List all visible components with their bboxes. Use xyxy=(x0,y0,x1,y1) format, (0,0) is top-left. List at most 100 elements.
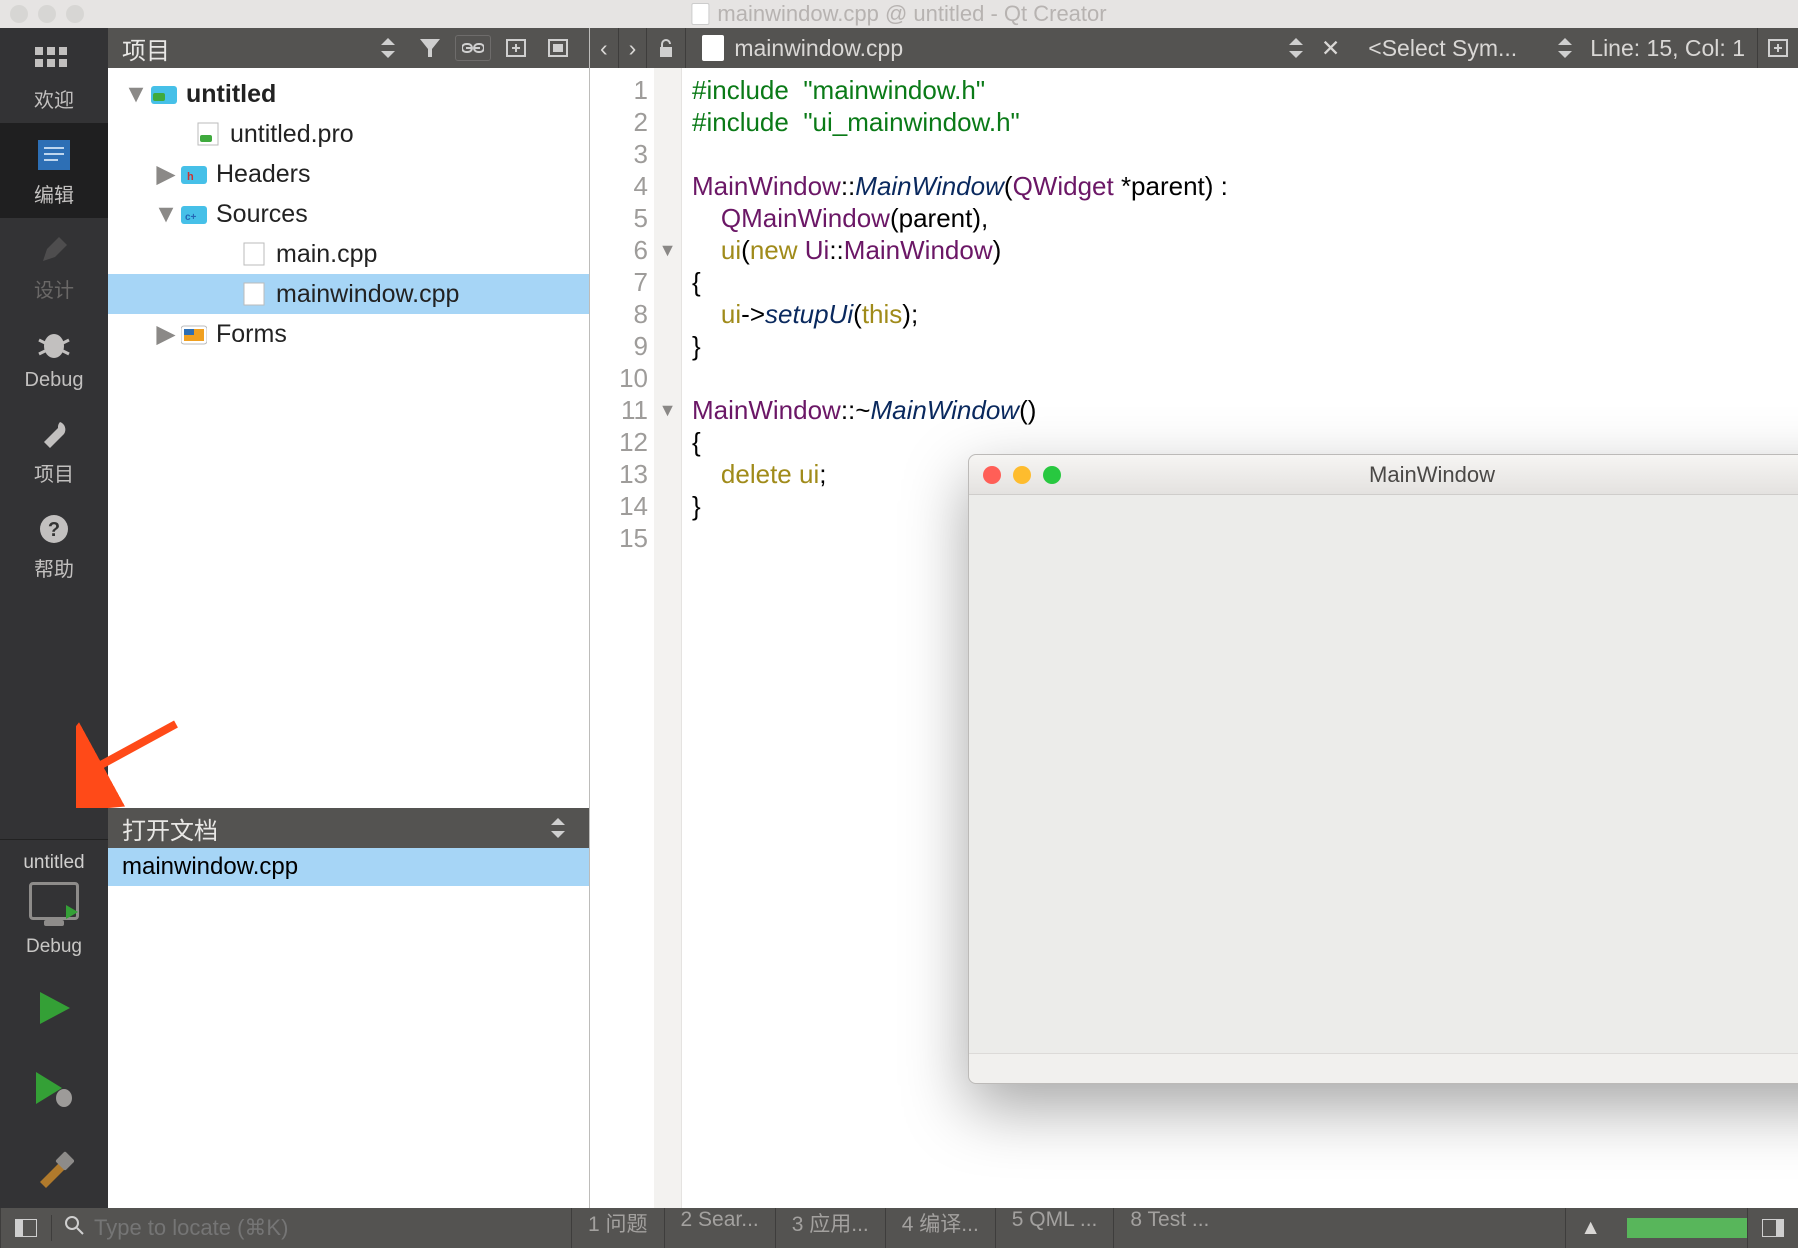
editor-file-selector[interactable]: mainwindow.cpp xyxy=(686,35,919,62)
tree-pro-file[interactable]: untitled.pro xyxy=(108,114,589,154)
bottom-bar: 1 问题2 Sear...3 应用...4 编译...5 QML ...8 Te… xyxy=(0,1208,1798,1248)
mode-design-label: 设计 xyxy=(34,274,74,303)
svg-text:c+: c+ xyxy=(185,212,197,223)
minimize-icon[interactable] xyxy=(1013,466,1031,484)
open-docs-list: mainwindow.cpp xyxy=(108,848,589,1208)
grid-icon xyxy=(32,42,76,78)
cpp-file-icon xyxy=(240,282,268,306)
nav-forward-button[interactable]: › xyxy=(619,28,648,68)
kit-selector[interactable]: untitled Debug xyxy=(0,839,108,968)
updown-icon[interactable] xyxy=(1552,38,1578,58)
window-titlebar: mainwindow.cpp @ untitled - Qt Creator xyxy=(0,0,1798,28)
line-col-indicator[interactable]: Line: 15, Col: 1 xyxy=(1578,35,1757,62)
locator[interactable] xyxy=(51,1215,571,1241)
output-pane-tab[interactable]: 8 Test ... xyxy=(1113,1208,1225,1248)
updown-icon[interactable] xyxy=(1283,38,1309,58)
add-split-icon[interactable] xyxy=(1757,28,1798,68)
monitor-icon xyxy=(29,882,79,920)
document-icon xyxy=(691,3,709,25)
open-docs-header: 打开文档 xyxy=(108,808,589,848)
output-pane-tab[interactable]: 5 QML ... xyxy=(995,1208,1114,1248)
help-icon: ? xyxy=(32,511,76,547)
tree-forms-label: Forms xyxy=(216,320,287,349)
tree-root-label: untitled xyxy=(186,80,276,109)
line-col-text: Line: 15, Col: 1 xyxy=(1590,35,1745,61)
search-icon xyxy=(64,1215,84,1241)
nav-back-button[interactable]: ‹ xyxy=(590,28,619,68)
updown-icon[interactable] xyxy=(541,814,575,842)
mode-debug[interactable]: Debug xyxy=(0,313,108,402)
tree-mainwindow-cpp[interactable]: mainwindow.cpp xyxy=(108,274,589,314)
headers-folder-icon: h xyxy=(180,162,208,186)
close-dot[interactable] xyxy=(10,5,28,23)
tree-pro-label: untitled.pro xyxy=(230,120,354,149)
overlay-titlebar[interactable]: MainWindow xyxy=(969,455,1798,495)
collapse-split-icon[interactable] xyxy=(541,34,575,62)
mode-welcome[interactable]: 欢迎 xyxy=(0,28,108,123)
project-panel-header: 项目 xyxy=(108,28,589,68)
open-docs-title: 打开文档 xyxy=(122,811,218,846)
mode-help-label: 帮助 xyxy=(34,553,74,582)
symbol-selector-label: <Select Sym... xyxy=(1368,35,1517,62)
mode-help[interactable]: ? 帮助 xyxy=(0,497,108,592)
kit-config-label: Debug xyxy=(26,936,82,958)
toggle-right-sidebar-icon[interactable] xyxy=(1747,1208,1798,1248)
qt-folder-icon xyxy=(150,82,178,106)
chevron-down-icon[interactable]: ▼ xyxy=(156,200,176,229)
symbol-selector[interactable]: <Select Sym... xyxy=(1352,35,1552,62)
add-split-icon[interactable] xyxy=(499,34,533,62)
tree-mainwindow-cpp-label: mainwindow.cpp xyxy=(276,280,459,309)
filter-icon[interactable] xyxy=(413,34,447,62)
build-button[interactable] xyxy=(0,1128,108,1208)
chevron-right-icon[interactable]: ▶ xyxy=(156,159,176,189)
tree-headers-label: Headers xyxy=(216,160,311,189)
fold-gutter[interactable]: ▼▼ xyxy=(654,68,682,1208)
tree-root[interactable]: ▼ untitled xyxy=(108,74,589,114)
sources-folder-icon: c+ xyxy=(180,202,208,226)
tree-headers[interactable]: ▶ h Headers xyxy=(108,154,589,194)
overlay-body xyxy=(969,495,1798,1053)
mode-design[interactable]: 设计 xyxy=(0,218,108,313)
editor-area: ‹ › mainwindow.cpp ✕ <Select Sym... Line… xyxy=(590,28,1798,1208)
build-progress xyxy=(1627,1218,1747,1238)
zoom-icon[interactable] xyxy=(1043,466,1061,484)
mode-project[interactable]: 项目 xyxy=(0,402,108,497)
lock-icon[interactable] xyxy=(647,28,686,68)
output-pane-tab[interactable]: 1 问题 xyxy=(571,1208,664,1248)
chevron-right-icon[interactable]: ▶ xyxy=(156,319,176,349)
tree-main-cpp[interactable]: main.cpp xyxy=(108,234,589,274)
open-doc-item[interactable]: mainwindow.cpp xyxy=(108,848,589,886)
output-up-icon[interactable]: ▲ xyxy=(1565,1208,1615,1248)
link-icon[interactable] xyxy=(455,35,491,61)
minimize-dot[interactable] xyxy=(38,5,56,23)
svg-text:h: h xyxy=(187,171,194,183)
close-editor-button[interactable]: ✕ xyxy=(1309,35,1352,62)
mode-sidebar: 欢迎 编辑 设计 Debug 项目 ? xyxy=(0,28,108,1208)
close-icon[interactable] xyxy=(983,466,1001,484)
wrench-icon xyxy=(32,416,76,452)
kit-project-name: untitled xyxy=(23,852,84,874)
zoom-dot[interactable] xyxy=(66,5,84,23)
tree-forms[interactable]: ▶ Forms xyxy=(108,314,589,354)
overlay-title-text: MainWindow xyxy=(1369,462,1495,488)
svg-text:?: ? xyxy=(48,519,60,541)
output-pane-tab[interactable]: 2 Sear... xyxy=(664,1208,775,1248)
chevron-down-icon[interactable]: ▼ xyxy=(126,80,146,109)
updown-icon[interactable] xyxy=(371,34,405,62)
document-lines-icon xyxy=(32,137,76,173)
locator-input[interactable] xyxy=(94,1215,559,1241)
open-doc-label: mainwindow.cpp xyxy=(122,853,298,881)
running-app-window[interactable]: MainWindow xyxy=(968,454,1798,1084)
project-panel-title: 项目 xyxy=(122,31,363,66)
overlay-statusbar xyxy=(969,1053,1798,1083)
run-button[interactable] xyxy=(0,968,108,1048)
tree-sources[interactable]: ▼ c+ Sources xyxy=(108,194,589,234)
output-pane-tab[interactable]: 3 应用... xyxy=(775,1208,885,1248)
output-pane-tab[interactable]: 4 编译... xyxy=(885,1208,995,1248)
tree-main-cpp-label: main.cpp xyxy=(276,240,377,269)
toggle-sidebar-icon[interactable] xyxy=(0,1208,51,1248)
mode-edit[interactable]: 编辑 xyxy=(0,123,108,218)
run-debug-button[interactable] xyxy=(0,1048,108,1128)
project-tree[interactable]: ▼ untitled untitled.pro ▶ h Headers ▼ c+… xyxy=(108,68,589,808)
editor-filename: mainwindow.cpp xyxy=(734,35,903,62)
